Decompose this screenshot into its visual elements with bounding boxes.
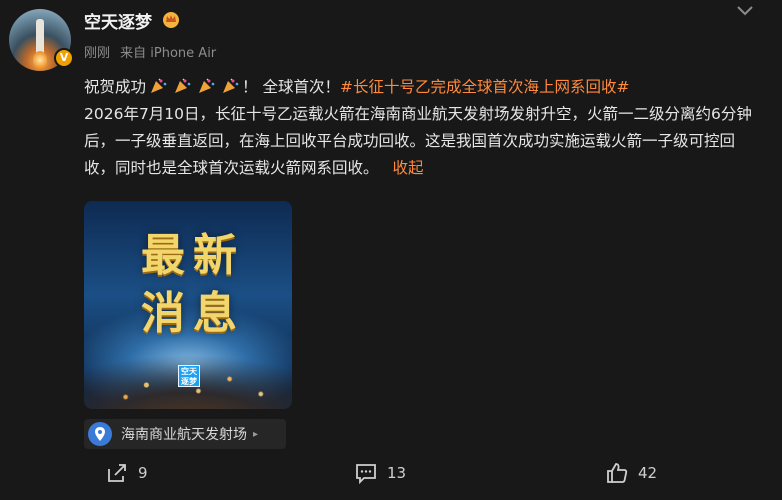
comment-count: 13 [387,464,407,482]
post-time: 刚刚 [84,46,111,61]
party-popper-icon [223,78,239,93]
headline-line1: 最新 [141,230,245,281]
party-popper-icon [175,78,191,93]
collapse-link[interactable]: 收起 [393,159,424,177]
post-intro: 祝贺成功 [84,78,147,96]
vip-crown-icon [163,12,179,28]
image-logo: 空天 逐梦 [178,365,200,387]
thumbs-up-icon [607,463,628,483]
logo-line1: 空天 [181,367,197,376]
comment-button[interactable]: 13 [355,462,406,484]
rocket-graphic [36,19,44,53]
logo-line2: 逐梦 [181,377,197,386]
post-source: 来自 iPhone Air [120,46,217,61]
flame-graphic [33,51,47,69]
chevron-right-icon: ▸ [253,428,259,440]
chevron-down-icon[interactable] [736,4,754,18]
location-tag[interactable]: 海南商业航天发射场 ▸ [84,419,286,449]
like-button[interactable]: 42 [606,462,657,484]
post-exclaim: ！ 全球首次！ [242,78,340,96]
share-count: 9 [138,464,148,482]
share-button[interactable]: 9 [106,462,148,484]
post-text: 祝贺成功！ 全球首次！#长征十号乙完成全球首次海上网系回收# 2026年7月10… [84,74,754,182]
verified-badge: V [54,48,74,68]
hashtag-link[interactable]: #长征十号乙完成全球首次海上网系回收# [340,78,629,96]
party-popper-icon [199,78,215,93]
share-icon [108,464,126,482]
news-image[interactable]: 最新 消息 空天 逐梦 [84,201,292,409]
comment-icon [356,464,376,484]
image-headline: 最新 消息 [128,227,258,343]
location-label: 海南商业航天发射场 [121,427,247,443]
username[interactable]: 空天逐梦 [84,8,152,33]
location-pin-icon [88,422,112,446]
post-meta: 刚刚 来自 iPhone Air [84,42,222,61]
headline-line2: 消息 [141,288,245,339]
like-count: 42 [638,464,658,482]
party-popper-icon [151,78,167,93]
